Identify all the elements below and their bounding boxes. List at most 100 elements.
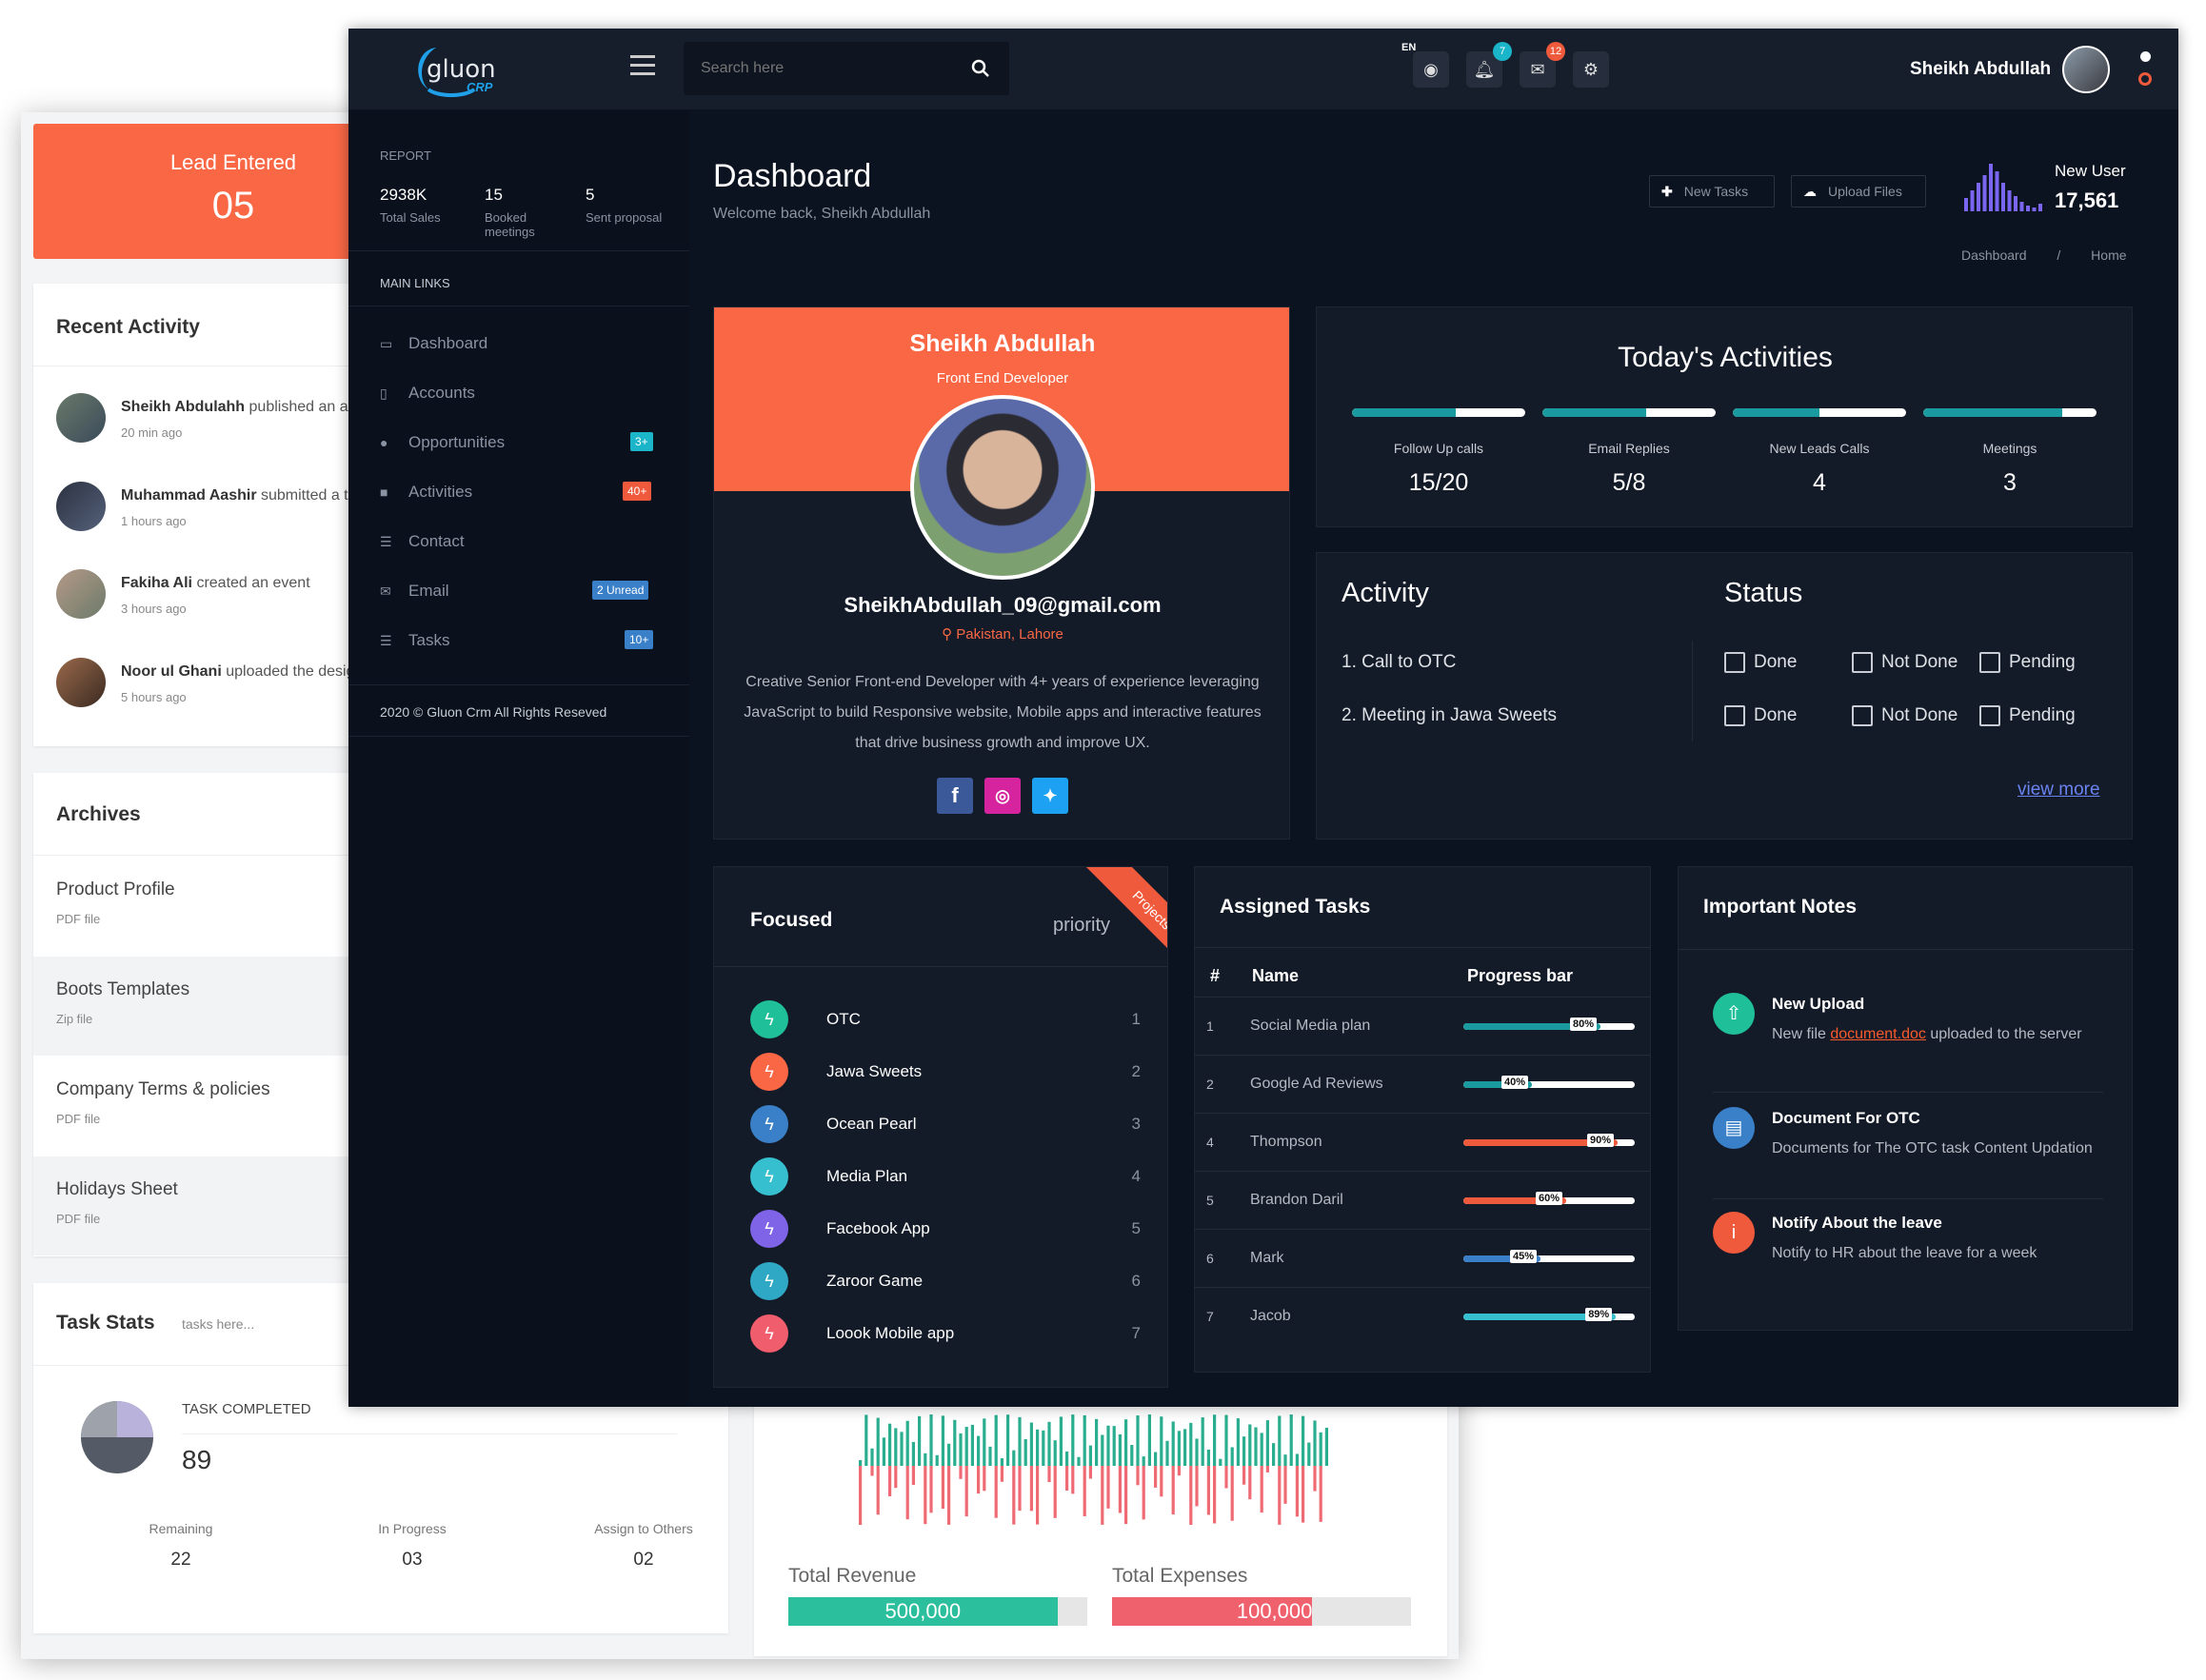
email-badge: 2 Unread [592, 581, 649, 600]
sidebar-item-dashboard[interactable]: ▭ Dashboard [380, 334, 487, 353]
finance-bar-up [1047, 1421, 1051, 1466]
finance-bar-up [1083, 1414, 1086, 1466]
search-input[interactable] [684, 42, 960, 95]
settings-gear-icon[interactable]: ⚙ [1573, 51, 1609, 88]
finance-bar-up [876, 1417, 880, 1466]
finance-bar-down [1248, 1466, 1252, 1500]
profile-email[interactable]: SheikhAbdullah_09@gmail.com [714, 593, 1289, 618]
new-tasks-button[interactable]: ✚ New Tasks [1649, 175, 1775, 208]
finance-bar-up [1101, 1434, 1104, 1466]
table-row[interactable]: 4 Thompson 90% [1195, 1113, 1650, 1171]
done-checkbox[interactable] [1724, 652, 1745, 673]
important-notes-title: Important Notes [1703, 896, 1858, 918]
table-row[interactable]: 6 Mark 45% [1195, 1229, 1650, 1287]
focused-item[interactable]: ϟ Zaroor Game 6 [750, 1262, 1141, 1300]
pending-checkbox[interactable] [1979, 652, 2000, 673]
sidebar-item-accounts[interactable]: ▯ Accounts [380, 384, 475, 403]
info-icon: i [1713, 1212, 1755, 1254]
finance-bar-down [1000, 1466, 1004, 1482]
finance-bar-up [1183, 1429, 1187, 1466]
pending-checkbox[interactable] [1979, 705, 2000, 726]
avatar [56, 658, 106, 707]
finance-bar-up [1302, 1415, 1305, 1466]
note-item[interactable]: ⇧ New Upload New file document.doc uploa… [1713, 993, 2113, 1078]
table-row[interactable]: 7 Jacob 89% [1195, 1287, 1650, 1345]
assigned-tasks-card: Assigned Tasks # Name Progress bar 1 Soci… [1194, 866, 1651, 1373]
bolt-icon: ϟ [750, 1210, 788, 1248]
task-name: Social Media plan [1250, 1018, 1371, 1034]
activity-user: Muhammad Aashir [121, 487, 257, 504]
status-dot-icon [2140, 51, 2151, 62]
finance-bar-down [1036, 1466, 1040, 1525]
bolt-icon: ϟ [750, 1262, 788, 1300]
task-name: Jacob [1250, 1308, 1291, 1324]
focused-item[interactable]: ϟ Facebook App 5 [750, 1210, 1141, 1248]
upload-files-button[interactable]: ☁ Upload Files [1791, 175, 1926, 208]
status-ring-icon [2138, 72, 2152, 86]
note-item[interactable]: i Notify About the leave Notify to HR ab… [1713, 1212, 2113, 1269]
sidebar-item-opportunities[interactable]: ● Opportunities [380, 433, 505, 452]
finance-bar-up [1071, 1414, 1075, 1466]
table-row[interactable]: 2 Google Ad Reviews 40% [1195, 1055, 1650, 1113]
table-row[interactable]: 5 Brandon Daril 60% [1195, 1171, 1650, 1229]
finance-bar-down [983, 1466, 986, 1492]
finance-bar-up [1095, 1418, 1099, 1466]
sidebar-item-activities[interactable]: ■ Activities [380, 483, 472, 502]
finance-bar-up [1018, 1416, 1022, 1466]
mail-icon[interactable]: ✉ 12 [1520, 42, 1565, 88]
sidebar-item-tasks[interactable]: ☰ Tasks [380, 631, 449, 650]
focused-item[interactable]: ϟ Jawa Sweets 2 [750, 1053, 1141, 1091]
col-progress-header: Progress bar [1467, 966, 1574, 985]
user-name[interactable]: Sheikh Abdullah [1910, 59, 2051, 80]
breadcrumb-home-link[interactable]: Home [2091, 247, 2126, 263]
gluon-logo[interactable]: gluon CRP [407, 40, 531, 99]
hamburger-menu-icon[interactable] [630, 55, 655, 76]
view-more-link[interactable]: view more [2017, 780, 2100, 800]
document-icon: ▤ [1713, 1107, 1755, 1149]
sparkline-bar [1977, 183, 1980, 211]
finance-bar-down [1283, 1466, 1287, 1504]
breadcrumb-dashboard-link[interactable]: Dashboard [1961, 247, 2027, 263]
focused-item[interactable]: ϟ Ocean Pearl 3 [750, 1105, 1141, 1143]
sidebar-item-email[interactable]: ✉ Email [380, 582, 449, 601]
notification-count-badge: 7 [1493, 42, 1512, 61]
sparkline-bar [1995, 171, 1999, 211]
instagram-icon[interactable]: ◎ [984, 778, 1021, 814]
search-icon[interactable] [971, 59, 990, 78]
finance-bar-up [1059, 1416, 1063, 1466]
finance-bar-down [1160, 1466, 1163, 1497]
task-pie-chart [81, 1401, 153, 1473]
finance-bar-down [870, 1466, 874, 1476]
sparkline-bar [2038, 204, 2042, 211]
revenue-bar: 500,000 [788, 1597, 1087, 1626]
finance-bar-down [1047, 1466, 1051, 1483]
todays-activities-card: Today's Activities Follow Up calls 15/20 … [1316, 306, 2133, 527]
user-avatar[interactable] [2062, 46, 2110, 93]
finance-bar-up [1000, 1458, 1004, 1466]
language-globe-icon[interactable]: ◉ [1413, 51, 1449, 88]
done-checkbox[interactable] [1724, 705, 1745, 726]
notifications-bell-icon[interactable]: 🔔︎ 7 [1466, 42, 1512, 88]
activity-action: created an event [196, 575, 310, 591]
twitter-icon[interactable]: ✦ [1032, 778, 1068, 814]
focused-item[interactable]: ϟ OTC 1 [750, 1000, 1141, 1038]
note-item[interactable]: ▤ Document For OTC Documents for The OTC… [1713, 1107, 2113, 1183]
revenue-label: Total Revenue [788, 1565, 917, 1587]
finance-bar-up [859, 1460, 863, 1466]
finance-bar-up [1006, 1414, 1010, 1466]
sidebar-item-contact[interactable]: ☰ Contact [380, 532, 465, 551]
sparkline-bar [1989, 164, 1993, 211]
followup-progress [1352, 408, 1525, 417]
finance-bar-up [1118, 1433, 1122, 1466]
table-row[interactable]: 1 Social Media plan 80% [1195, 997, 1650, 1055]
opportunities-badge: 3+ [630, 432, 653, 451]
facebook-icon[interactable]: f [937, 778, 973, 814]
not-done-checkbox[interactable] [1852, 652, 1873, 673]
focused-item[interactable]: ϟ Media Plan 4 [750, 1157, 1141, 1196]
finance-bar-up [865, 1414, 868, 1466]
activity-row-1: 1. Call to OTC [1341, 652, 1457, 672]
not-done-checkbox[interactable] [1852, 705, 1873, 726]
sidebar-stat: 2938K Total Sales [380, 186, 441, 225]
focused-item[interactable]: ϟ Loook Mobile app 7 [750, 1314, 1141, 1353]
document-link[interactable]: document.doc [1830, 1026, 1926, 1042]
